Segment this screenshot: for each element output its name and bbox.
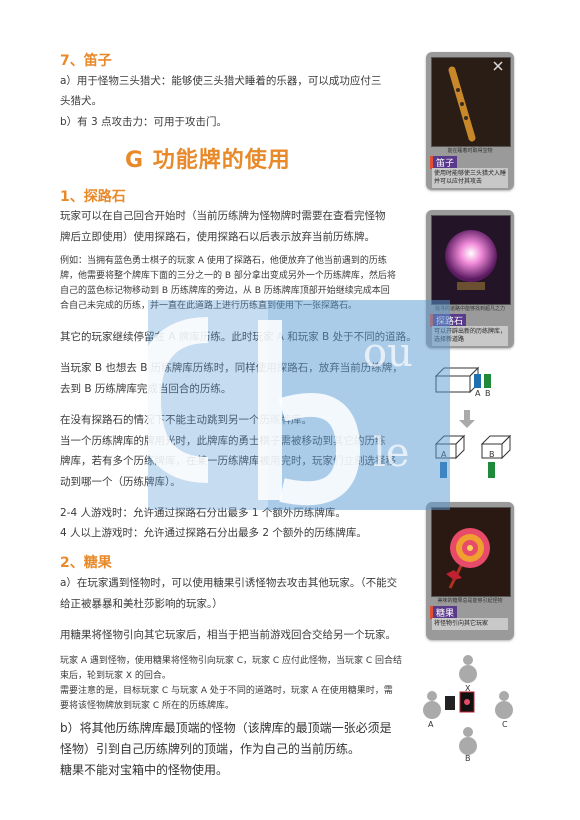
section-7-line-a: a）用于怪物三头猎犬：能够使三头猎犬睡着的乐器，可以成功应付三 — [60, 75, 382, 87]
section-1-p4-line4: 动到哪一个（历练牌库）。 — [60, 476, 181, 488]
deck-split-diagram: A B A B — [434, 362, 534, 492]
section-7-heading: 7、笛子 — [60, 53, 112, 69]
main-title: G 功能牌的使用 — [125, 148, 291, 173]
path-stone-card: 找寻的道路中能够找到超凡之力 探路石 可以开辟出新的历练牌库，选择新道路 — [426, 210, 514, 348]
section-1-heading: 1、探路石 — [60, 189, 126, 205]
lollipop-icon — [432, 508, 510, 596]
section-2-a-line2: 给正被暴暴和美杜莎影响的玩家。） — [60, 598, 223, 610]
section-1-p3-line1: 当玩家 B 也想去 B 历练牌库历练时，同样使用探路石，放弃当前历练牌， — [60, 362, 403, 374]
diagram2-label-c: C — [502, 720, 508, 729]
section-2-p1: 用糖果将怪物引向其它玩家后，相当于把当前游戏回合交给另一个玩家。 — [60, 629, 396, 641]
section-2-a-line1: a）在玩家遇到怪物时，可以使用糖果引诱怪物去攻击其他玩家。（不能交 — [60, 577, 398, 589]
flute-icon — [432, 58, 510, 146]
section-2-small-line3: 需要注意的是，目标玩家 C 与玩家 A 处于不同的道路时，玩家 A 在使用糖果时… — [60, 686, 393, 696]
section-7-line-b: b）有 3 点攻击力：可用于攻击门。 — [60, 116, 228, 128]
flute-card-text: 使用时能够使三头猎犬入睡并可以应付其攻击 — [432, 168, 508, 188]
section-1-p3-line2: 去到 B 历练牌库完成当回合的历练。 — [60, 383, 232, 395]
candy-card: 美味的糖果总是能够引起怪物 糖果 将怪物引向其它玩家 — [426, 502, 514, 640]
section-1-p1-line1: 玩家可以在自己回合开始时（当前历练牌为怪物牌时需要在查看完怪物 — [60, 210, 386, 222]
section-7-line-a2: 头猎犬。 — [60, 95, 102, 107]
path-stone-card-caption: 找寻的道路中能够找到超凡之力 — [434, 306, 505, 312]
example-line1: 例如：当拥有蓝色勇士棋子的玩家 A 使用了探路石，他便放弃了他当前遇到的历练 — [60, 256, 387, 266]
diagram1-down-label-a: A — [441, 450, 447, 459]
path-stone-card-text: 可以开辟出新的历练牌库，选择新道路 — [432, 326, 508, 346]
diagram2-label-x: X — [465, 684, 471, 693]
example-line2: 牌，他需要将整个牌库下面的三分之一的 B 部分拿出变成另外一个历练牌库，然后将 — [60, 271, 396, 281]
section-2-heading: 2、糖果 — [60, 555, 112, 571]
section-2-small-line4: 要将该怪物牌放到玩家 C 所在的历练牌库。 — [60, 701, 235, 711]
candy-card-caption: 美味的糖果总是能够引起怪物 — [437, 598, 503, 604]
player-position-graphic — [423, 655, 513, 755]
flute-card: 能在睡着时取得宝物 笛子 使用时能够使三头猎犬入睡并可以应付其攻击 — [426, 52, 514, 190]
diagram1-label-a: A — [475, 389, 481, 398]
section-1-p5-line1: 2-4 人游戏时：允许通过探路石分出最多 1 个额外历练牌库。 — [60, 507, 346, 519]
flute-card-art — [431, 57, 511, 147]
diagram2-label-b: B — [465, 754, 471, 763]
example-line3: 自己的蓝色标记物移动到 B 历练牌库的旁边，从 B 历练牌库顶部开始继续完成本回 — [60, 286, 390, 296]
diagram1-down-label-b: B — [489, 450, 495, 459]
section-2-b-line3: 糖果不能对宝箱中的怪物使用。 — [60, 763, 229, 777]
candy-card-art — [431, 507, 511, 597]
section-1-p4-line3: 牌库，若有多个历练牌库，在某一历练牌库被用完时，玩家们立刻选择移 — [60, 455, 396, 467]
section-2-small-line1: 玩家 A 遇到怪物，使用糖果将怪物引向玩家 C，玩家 C 应付此怪物，当玩家 C… — [60, 656, 403, 666]
candy-card-text: 将怪物引向其它玩家 — [432, 618, 508, 630]
section-2-b-line2: 怪物）引到自己历练牌列的顶端，作为自己的当前历练。 — [60, 742, 361, 756]
section-1-p4-line2: 当一个历练牌库的牌用光时，此牌库的勇士棋子需被移动到其它的历练 — [60, 435, 386, 447]
player-position-diagram: X A B C — [420, 652, 530, 764]
deck-split-graphic — [434, 366, 512, 478]
section-1-p4-line1: 在没有探路石的情况下不能主动跳到另一个历练牌库。 — [60, 414, 312, 426]
path-stone-card-art — [431, 215, 511, 305]
section-1-p1-line2: 牌后立即使用）使用探路石，使用探路石以后表示放弃当前历练牌。 — [60, 231, 375, 243]
diagram2-label-a: A — [428, 720, 434, 729]
section-1-p5-line2: 4 人以上游戏时：允许通过探路石分出最多 2 个额外的历练牌库。 — [60, 527, 367, 539]
example-line4: 合自己未完成的历练，并一直在此道路上进行历练直到使用下一张探路石。 — [60, 301, 358, 311]
flute-card-caption: 能在睡着时取得宝物 — [447, 148, 493, 154]
section-2-small-line2: 束后，轮到玩家 X 的回合。 — [60, 671, 171, 681]
diagram1-label-b: B — [485, 389, 491, 398]
crystal-ball-icon — [432, 216, 510, 304]
section-1-p2: 其它的玩家继续停留在 A 牌库历练。此时玩家 A 和玩家 B 处于不同的道路。 — [60, 331, 417, 343]
section-2-b-line1: b）将其他历练牌库最顶端的怪物（该牌库的最顶端一张必须是 — [60, 721, 392, 735]
